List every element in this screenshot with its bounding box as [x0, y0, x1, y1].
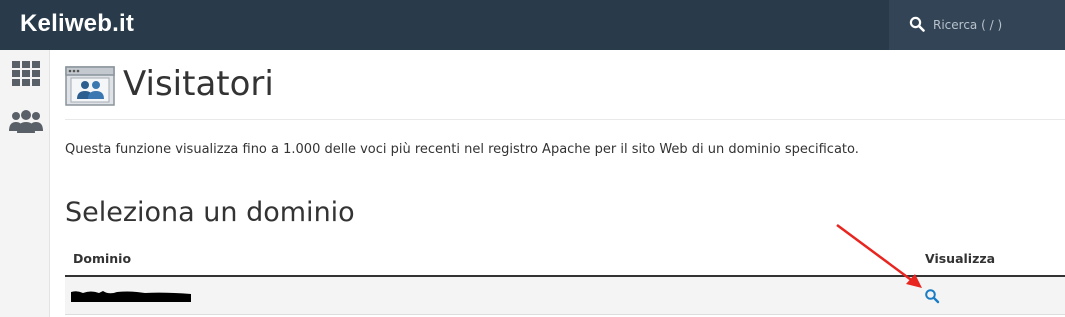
search-input[interactable] — [933, 14, 1061, 36]
page-header: Visitatori — [65, 58, 1065, 120]
visitors-page-icon — [65, 66, 115, 106]
apps-grid-icon[interactable] — [8, 57, 44, 89]
table-row — [65, 277, 1065, 315]
page-title: Visitatori — [123, 64, 274, 104]
redacted-domain — [71, 291, 191, 302]
search-icon[interactable] — [924, 288, 940, 304]
sidebar — [0, 50, 50, 317]
main-content: Visitatori Questa funzione visualizza fi… — [50, 50, 1065, 317]
column-header-view: Visualizza — [925, 251, 996, 266]
brand-logo[interactable]: Keliweb.it — [20, 10, 134, 38]
search-icon — [909, 16, 925, 32]
page-description: Questa funzione visualizza fino a 1.000 … — [65, 142, 859, 157]
column-header-domain: Dominio — [73, 251, 132, 266]
section-title: Seleziona un dominio — [65, 197, 355, 228]
top-navbar: Keliweb.it — [0, 0, 1065, 50]
search-box[interactable] — [889, 0, 1065, 50]
users-icon[interactable] — [8, 107, 44, 139]
table-header: Dominio Visualizza — [65, 245, 1065, 277]
domain-table: Dominio Visualizza — [65, 245, 1065, 315]
